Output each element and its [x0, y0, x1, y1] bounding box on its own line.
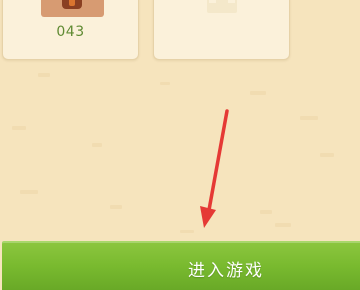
level-card-043[interactable]: 043	[2, 0, 139, 60]
level-number: 043	[56, 24, 85, 40]
level-thumbnail-icon	[41, 0, 104, 17]
level-card-locked[interactable]	[153, 0, 290, 60]
level-thumbnail-detail	[62, 0, 82, 9]
enter-game-label: 进入游戏	[188, 261, 264, 281]
locked-level-icon	[207, 0, 237, 13]
enter-game-button[interactable]: 进入游戏	[2, 241, 360, 290]
